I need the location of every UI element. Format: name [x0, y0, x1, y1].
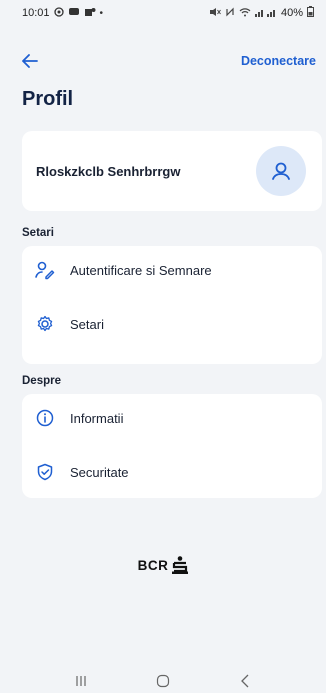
top-bar: Deconectare: [0, 44, 326, 78]
mute-icon: [209, 7, 221, 20]
battery-icon: [307, 6, 314, 20]
about-item-security[interactable]: Securitate: [22, 452, 322, 492]
brand-text: BCR: [137, 557, 169, 573]
brand-logo: BCR: [0, 556, 326, 575]
user-icon: [272, 162, 290, 180]
about-item-label: Securitate: [70, 464, 129, 480]
settings-item-settings[interactable]: Setari: [22, 304, 322, 344]
logout-link[interactable]: Deconectare: [241, 54, 316, 68]
dot-icon: •: [99, 7, 103, 19]
bcr-logo-icon: [172, 556, 189, 574]
page-title: Profil: [22, 88, 74, 110]
about-item-information[interactable]: Informatii: [22, 398, 322, 438]
status-bar: 10:01 • 40%: [0, 0, 326, 26]
status-time: 10:01: [22, 7, 50, 19]
system-nav-bar: [0, 668, 326, 693]
home-icon[interactable]: [151, 671, 175, 691]
settings-card: Autentificare si Semnare Setari: [22, 246, 322, 364]
gear-icon: [34, 313, 56, 335]
info-icon: [34, 407, 56, 429]
section-label-settings: Setari: [22, 227, 54, 239]
battery-text: 40%: [280, 7, 303, 19]
settings-item-label: Setari: [70, 316, 104, 332]
signal-icon: [254, 7, 277, 20]
back-nav-icon[interactable]: [233, 671, 257, 691]
teams-icon: [84, 7, 96, 20]
status-left: 10:01 •: [22, 6, 103, 20]
user-key-icon: [34, 259, 56, 281]
about-item-label: Informatii: [70, 410, 124, 426]
avatar[interactable]: [256, 146, 306, 196]
settings-item-label: Autentificare si Semnare: [70, 262, 212, 278]
status-right: 40%: [209, 6, 314, 20]
recent-apps-icon[interactable]: [69, 671, 93, 691]
messenger-icon: [68, 7, 80, 20]
section-label-about: Despre: [22, 375, 61, 387]
profile-name: Rloskzkclb Senhrbrrgw: [36, 163, 181, 179]
wifi-icon: [239, 7, 251, 20]
nfc-icon: [225, 7, 235, 20]
settings-item-authentication[interactable]: Autentificare si Semnare: [22, 250, 322, 290]
about-card: Informatii Securitate: [22, 394, 322, 498]
shield-check-icon: [34, 461, 56, 483]
profile-card[interactable]: Rloskzkclb Senhrbrrgw: [22, 131, 322, 211]
whatsapp-icon: [53, 6, 64, 20]
back-arrow-icon[interactable]: [22, 52, 40, 70]
